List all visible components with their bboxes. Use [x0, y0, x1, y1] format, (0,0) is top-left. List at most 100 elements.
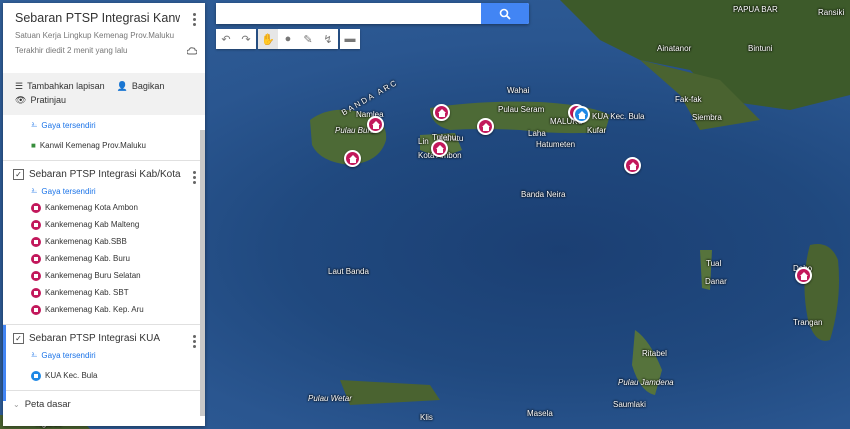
list-item[interactable]: Kankemenag Kab. SBT — [13, 284, 195, 301]
draw-line-icon[interactable]: ✎ — [298, 29, 318, 49]
add-layer-button[interactable]: Tambahkan lapisan — [27, 81, 105, 91]
list-item[interactable]: KUA Kec. Bula — [13, 367, 195, 384]
label-kufar: Kufar — [587, 126, 607, 135]
search-input[interactable] — [216, 3, 471, 24]
layer-options-icon[interactable] — [193, 335, 197, 348]
style-link-label: Gaya tersendiri — [41, 350, 96, 360]
label-laha: Laha — [528, 129, 546, 138]
label-saumlaki: Saumlaki — [613, 400, 646, 409]
label-ransiki: Ransiki — [818, 8, 845, 17]
list-item-label: Kankemenag Buru Selatan — [45, 271, 141, 280]
label-laut-banda: Laut Banda — [328, 267, 369, 276]
label-papua-barat: PAPUA BAR — [733, 5, 778, 14]
map-description[interactable]: Satuan Kerja Lingkup Kemenag Prov.Maluku — [15, 31, 193, 40]
label-danar: Danar — [705, 277, 727, 286]
layers-icon: ☰ — [15, 80, 24, 91]
list-item[interactable]: Kankemenag Kota Ambon — [13, 199, 195, 216]
share-button[interactable]: Bagikan — [132, 81, 165, 91]
map-toolbar: ↶ ↷ ✋ ● ✎ ↯ ▬ — [216, 29, 360, 49]
map-marker-kab-malteng[interactable] — [477, 118, 494, 135]
house-icon — [31, 270, 41, 281]
label-trangan: Trangan — [793, 318, 823, 327]
panel-scrollbar[interactable] — [200, 130, 205, 416]
last-edited: Terakhir diedit 2 menit yang lalu — [15, 46, 128, 55]
cloud-saved-icon — [187, 47, 197, 55]
list-item-label: KUA Kec. Bula — [45, 371, 98, 380]
layer-base-map[interactable]: ⌄ Peta dasar — [3, 391, 205, 413]
layer-title[interactable]: Sebaran PTSP Integrasi Kab/Kota — [29, 169, 181, 180]
eye-icon: 👁 — [15, 94, 27, 105]
style-link-label: Gaya tersendiri — [41, 186, 96, 196]
paint-roller-icon: ⎁ — [31, 186, 38, 195]
ruler-icon[interactable]: ▬ — [340, 29, 360, 49]
house-icon — [31, 370, 41, 381]
layer-kab-kota: ✓ Sebaran PTSP Integrasi Kab/Kota ⎁ Gaya… — [3, 161, 205, 318]
style-link-label: Gaya tersendiri — [41, 120, 96, 130]
list-item[interactable]: Kankemenag Kab Malteng — [13, 216, 195, 233]
list-item[interactable]: ■ Kanwil Kemenag Prov.Maluku — [13, 137, 195, 154]
undo-redo-group: ↶ ↷ — [216, 29, 256, 49]
measure-group: ▬ — [340, 29, 360, 49]
landmark-icon: ■ — [31, 141, 36, 150]
label-siembra: Siembra — [692, 113, 722, 122]
house-icon — [31, 202, 41, 213]
label-tual: Tual — [706, 259, 722, 268]
map-marker-buru-selatan[interactable] — [344, 150, 361, 167]
hand-icon[interactable]: ✋ — [258, 29, 278, 49]
layer-style-link[interactable]: ⎁ Gaya tersendiri — [13, 183, 195, 199]
layer-kanwil: ⎁ Gaya tersendiri ■ Kanwil Kemenag Prov.… — [3, 115, 205, 154]
map-title[interactable]: Sebaran PTSP Integrasi Kanwil d... — [15, 11, 180, 25]
map-marker-kep-aru[interactable] — [795, 267, 812, 284]
house-icon — [31, 287, 41, 298]
list-item[interactable]: Kankemenag Kab. Kep. Aru — [13, 301, 195, 318]
label-hatumeten: Hatumeten — [536, 140, 576, 149]
more-options-icon[interactable] — [193, 13, 197, 26]
house-icon — [31, 253, 41, 264]
map-marker-kua-bula[interactable] — [573, 106, 590, 123]
list-item-label: Kankemenag Kab.SBB — [45, 237, 127, 246]
paint-roller-icon: ⎁ — [31, 350, 38, 359]
layer-style-link[interactable]: ⎁ Gaya tersendiri — [13, 117, 195, 133]
list-item[interactable]: Kankemenag Buru Selatan — [13, 267, 195, 284]
layer-kua: ✓ Sebaran PTSP Integrasi KUA ⎁ Gaya ters… — [3, 325, 205, 401]
house-icon — [31, 219, 41, 230]
label-bintuni: Bintuni — [748, 44, 773, 53]
map-marker-kab-buru[interactable] — [367, 116, 384, 133]
layers-panel: Sebaran PTSP Integrasi Kanwil d... Satua… — [3, 3, 205, 426]
preview-button[interactable]: Pratinjau — [30, 95, 66, 105]
layer-title[interactable]: Sebaran PTSP Integrasi KUA — [29, 333, 160, 344]
map-marker-kanwil[interactable] — [624, 157, 641, 174]
marker-icon[interactable]: ● — [278, 29, 298, 49]
list-item-label: Kankemenag Kab Malteng — [45, 220, 140, 229]
paint-roller-icon: ⎁ — [31, 120, 38, 129]
label-kua-bula: KUA Kec. Bula — [592, 112, 645, 121]
list-item-label: Kankemenag Kab. Buru — [45, 254, 130, 263]
label-ritabel: Ritabel — [642, 349, 667, 358]
map-marker-kota-ambon[interactable] — [431, 140, 448, 157]
house-icon — [31, 236, 41, 247]
label-masela: Masela — [527, 409, 553, 418]
label-fakfak: Fak-fak — [675, 95, 702, 104]
undo-icon[interactable]: ↶ — [216, 29, 236, 49]
label-klis: Klis — [420, 413, 433, 422]
directions-icon[interactable]: ↯ — [318, 29, 338, 49]
layer-options-icon[interactable] — [193, 171, 197, 184]
list-item[interactable]: Kankemenag Kab. Buru — [13, 250, 195, 267]
map-marker-kab-sbb[interactable] — [433, 104, 450, 121]
redo-icon[interactable]: ↷ — [236, 29, 256, 49]
label-lin: Lin — [418, 137, 429, 146]
search-button[interactable] — [481, 3, 529, 24]
search-box — [216, 3, 529, 24]
layer-visibility-checkbox[interactable]: ✓ — [13, 168, 24, 180]
label-pulau-jamdena: Pulau Jamdena — [618, 378, 674, 387]
list-item-label: Kankemenag Kab. Kep. Aru — [45, 305, 144, 314]
layer-style-link[interactable]: ⎁ Gaya tersendiri — [13, 347, 195, 363]
layer-visibility-checkbox[interactable]: ✓ — [13, 332, 24, 344]
base-map-label: Peta dasar — [24, 398, 71, 410]
list-item-label: Kankemenag Kota Ambon — [45, 203, 138, 212]
list-item[interactable]: Kankemenag Kab.SBB — [13, 233, 195, 250]
label-banda-neira: Banda Neira — [521, 190, 566, 199]
list-item-label: Kankemenag Kab. SBT — [45, 288, 129, 297]
chevron-down-icon: ⌄ — [13, 399, 20, 409]
label-wahai: Wahai — [507, 86, 530, 95]
